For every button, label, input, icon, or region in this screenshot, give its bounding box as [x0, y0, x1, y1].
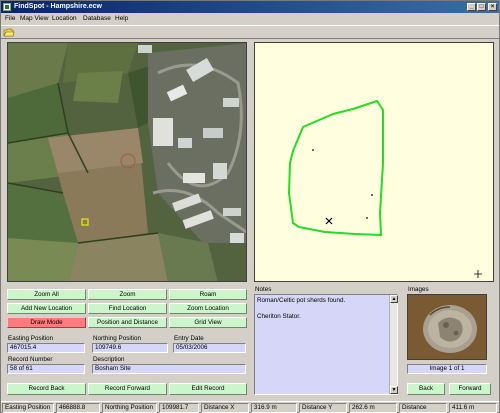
images-label: Images [408, 286, 429, 293]
status-distance-x-value: 316.9 m [251, 403, 297, 413]
map-outline-view[interactable] [254, 42, 494, 282]
description-field[interactable]: Bosham Site [92, 364, 246, 374]
toolbar [1, 25, 499, 39]
menu-database[interactable]: Database [83, 15, 111, 22]
window-title: FindSpot - Hampshire.ecw [14, 3, 102, 10]
record-number-field: 58 of 61 [7, 364, 85, 374]
status-distance-value: 411.6 m [449, 403, 497, 413]
northing-label: Northing Position [93, 335, 141, 342]
status-northing-label: Northing Position [102, 403, 157, 413]
close-button[interactable]: × [488, 3, 497, 11]
coin-image[interactable] [407, 294, 487, 360]
scroll-up-icon[interactable]: ▲ [390, 295, 398, 303]
status-easting-label: Easting Position [2, 403, 54, 413]
findspot-window: FindSpot - Hampshire.ecw _ □ × File Map … [0, 0, 500, 413]
app-icon [3, 3, 11, 11]
edit-record-button[interactable]: Edit Record [169, 383, 247, 395]
menu-file[interactable]: File [5, 15, 15, 22]
add-new-location-button[interactable]: Add New Location [7, 303, 86, 314]
grid-view-button[interactable]: Grid View [169, 317, 247, 328]
record-back-button[interactable]: Record Back [7, 383, 86, 395]
menu-location[interactable]: Location [52, 15, 77, 22]
description-label: Description [93, 356, 125, 363]
status-distance-x-label: Distance X [201, 403, 249, 413]
notes-scrollbar[interactable]: ▲ ▼ [389, 295, 398, 394]
title-bar[interactable]: FindSpot - Hampshire.ecw _ □ × [1, 1, 499, 13]
zoom-location-button[interactable]: Zoom Location [169, 303, 247, 314]
menu-bar: File Map View Location Database Help [1, 13, 499, 24]
easting-label: Easting Position [8, 335, 54, 342]
easting-field[interactable]: 467015.4 [7, 343, 85, 353]
roam-button[interactable]: Roam [169, 289, 247, 300]
aerial-photo-view[interactable] [7, 42, 247, 282]
status-distance-y-value: 262.6 m [349, 403, 397, 413]
minimize-button[interactable]: _ [467, 3, 476, 11]
image-count: Image 1 of 1 [407, 364, 487, 374]
zoom-all-button[interactable]: Zoom All [7, 289, 86, 300]
status-distance-label: Distance [399, 403, 447, 413]
scroll-down-icon[interactable]: ▼ [390, 386, 398, 394]
status-distance-y-label: Distance Y [299, 403, 347, 413]
position-and-distance-button[interactable]: Position and Distance [88, 317, 167, 328]
record-number-label: Record Number [8, 356, 53, 363]
draw-mode-button[interactable]: Draw Mode [7, 317, 86, 328]
status-easting-value: 466888.8 [56, 403, 100, 413]
status-bar: Easting Position 466888.8 Northing Posit… [1, 401, 499, 413]
menu-map-view[interactable]: Map View [20, 15, 48, 22]
notes-label: Notes [255, 286, 272, 293]
zoom-button[interactable]: Zoom [88, 289, 167, 300]
open-folder-icon[interactable] [3, 27, 15, 38]
entry-date-label: Entry Date [174, 335, 204, 342]
maximize-button[interactable]: □ [477, 3, 486, 11]
northing-field[interactable]: 109749.6 [92, 343, 168, 353]
status-northing-value: 109981.7 [159, 403, 199, 413]
notes-textarea[interactable]: Roman/Celtic pot sherds found. Cheriton … [254, 294, 398, 395]
notes-line-2: Cheriton Stator. [257, 313, 301, 320]
image-back-button[interactable]: Back [407, 383, 445, 395]
notes-line-1: Roman/Celtic pot sherds found. [257, 297, 346, 304]
entry-date-field[interactable]: 05/03/2006 [173, 343, 246, 353]
find-location-button[interactable]: Find Location [88, 303, 167, 314]
record-forward-button[interactable]: Record Forward [88, 383, 167, 395]
menu-help[interactable]: Help [115, 15, 128, 22]
image-forward-button[interactable]: Forward [449, 383, 491, 395]
